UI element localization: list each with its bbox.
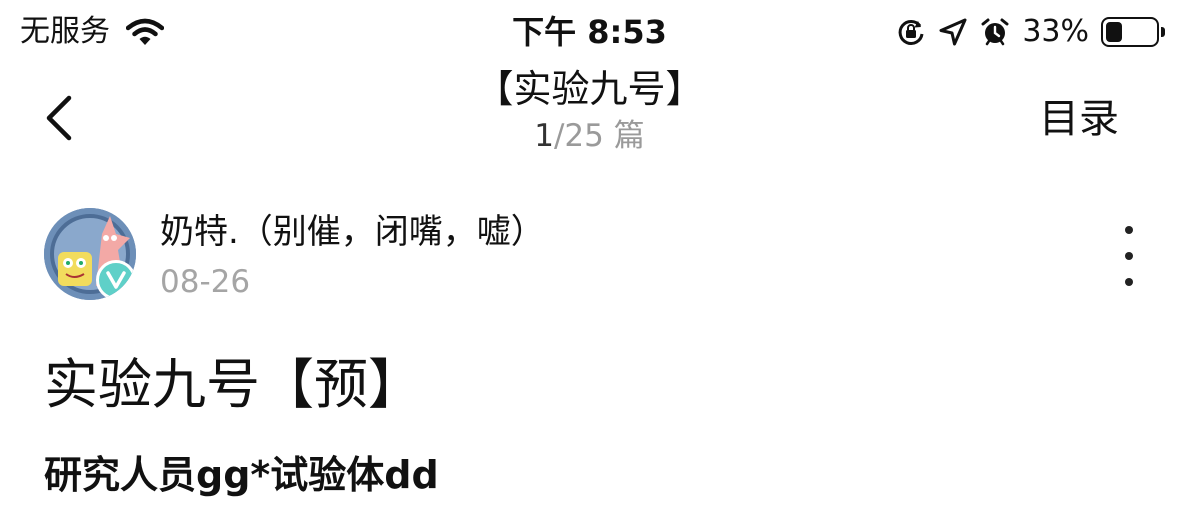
nav-center: 【实验九号】 1/25 篇 <box>0 62 1179 156</box>
location-arrow-icon <box>939 18 967 46</box>
post-date: 08-26 <box>160 264 251 300</box>
author-name[interactable]: 奶特.（别催，闭嘴，嘘） <box>160 208 545 256</box>
status-bar: 无服务 下午 8:53 33% <box>0 0 1179 62</box>
verified-v-icon <box>106 271 126 289</box>
page-current: 1 <box>534 118 554 154</box>
author-row: 奶特.（别催，闭嘴，嘘） 08-26 <box>44 206 1144 306</box>
wifi-icon <box>126 18 164 45</box>
verified-badge <box>96 260 136 300</box>
post-title: 实验九号【预】 <box>44 353 422 416</box>
more-dot <box>1125 278 1133 286</box>
battery-level-fill <box>1106 22 1122 42</box>
more-dot <box>1125 252 1133 260</box>
alarm-clock-icon <box>981 18 1009 46</box>
page-total: /25 篇 <box>553 118 645 154</box>
status-right: 33% <box>896 10 1165 54</box>
toc-button[interactable]: 目录 <box>1039 92 1119 146</box>
battery-percent: 33% <box>1022 14 1089 49</box>
more-button[interactable] <box>1114 226 1144 286</box>
chevron-left-icon <box>46 95 72 141</box>
battery-cap <box>1161 27 1165 37</box>
orientation-lock-icon <box>898 19 924 45</box>
avatar[interactable] <box>44 208 136 300</box>
status-left: 无服务 <box>20 10 164 54</box>
page-counter: 1/25 篇 <box>0 116 1179 156</box>
battery-icon <box>1101 17 1165 47</box>
back-button[interactable] <box>28 86 88 150</box>
nav-title: 【实验九号】 <box>475 67 704 111</box>
carrier-label: 无服务 <box>20 14 110 49</box>
post-subtitle: 研究人员gg*试验体dd <box>44 453 439 497</box>
more-vertical-icon <box>1125 226 1133 234</box>
nav-bar: 【实验九号】 1/25 篇 目录 <box>0 62 1179 182</box>
status-time: 下午 8:53 <box>512 13 667 51</box>
